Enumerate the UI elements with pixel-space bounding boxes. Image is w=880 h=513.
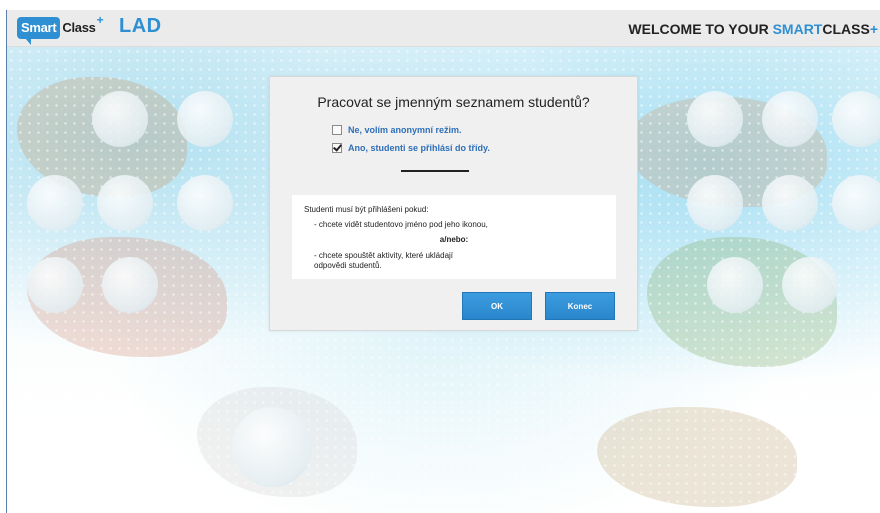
- logo-plus-text: +: [96, 13, 104, 27]
- anonymous-mode-checkbox[interactable]: [332, 125, 342, 135]
- flag-icon: [27, 175, 83, 231]
- info-line: Studenti musí být přihlášeni pokud:: [304, 205, 429, 214]
- flag-icon: [97, 175, 153, 231]
- app-name: LAD: [119, 15, 162, 37]
- option-student-login[interactable]: Ano, studenti se přihlásí do třídy.: [332, 143, 490, 153]
- flag-icon: [707, 257, 763, 313]
- logo-smart-text: Smart: [17, 17, 61, 45]
- korea-flag-icon: [232, 407, 312, 487]
- app-header: Smart Class + LAD WELCOME TO YOUR SMARTC…: [7, 10, 880, 47]
- info-line-and-or: a/nebo:: [439, 235, 469, 244]
- flag-icon: [27, 257, 83, 313]
- flag-icon: [177, 175, 233, 231]
- info-box: Studenti musí být přihlášeni pokud: - ch…: [292, 195, 616, 279]
- smartclass-logo: Smart Class +: [17, 13, 104, 45]
- end-button[interactable]: Konec: [545, 292, 615, 320]
- student-login-checkbox[interactable]: [332, 143, 342, 153]
- option-student-login-label: Ano, studenti se přihlásí do třídy.: [348, 143, 490, 153]
- option-anonymous-label: Ne, volím anonymní režim.: [348, 125, 462, 135]
- info-line: - chcete spouštět aktivity, které ukláda…: [314, 251, 454, 260]
- logo-class-text: Class: [62, 19, 96, 35]
- flag-icon: [687, 175, 743, 231]
- window-left-edge: [0, 10, 7, 513]
- flag-icon: [832, 91, 880, 147]
- flag-icon: [782, 257, 838, 313]
- welcome-prefix: WELCOME TO YOUR: [628, 21, 773, 37]
- top-strip: [0, 0, 880, 10]
- uk-flag-icon: [687, 91, 743, 147]
- option-anonymous-mode[interactable]: Ne, volím anonymní režim.: [332, 125, 462, 135]
- welcome-accent: SMART: [772, 21, 823, 37]
- student-list-dialog: Pracovat se jmenným seznamem studentů? N…: [269, 76, 638, 331]
- flag-icon: [832, 175, 880, 231]
- flag-icon: [762, 91, 818, 147]
- info-line: - chcete vidět studentovo jméno pod jeho…: [314, 220, 488, 229]
- flag-icon: [762, 175, 818, 231]
- flag-icon: [177, 91, 233, 147]
- ok-button[interactable]: OK: [462, 292, 532, 320]
- dialog-title: Pracovat se jmenným seznamem studentů?: [317, 94, 590, 110]
- info-line: odpovědi studentů.: [314, 261, 382, 270]
- divider-line: [401, 170, 469, 172]
- usa-flag-icon: [92, 91, 148, 147]
- welcome-banner: WELCOME TO YOUR SMARTCLASS+: [628, 21, 878, 37]
- welcome-plus: +: [869, 21, 878, 37]
- welcome-suffix: CLASS: [822, 21, 870, 37]
- flag-icon: [102, 257, 158, 313]
